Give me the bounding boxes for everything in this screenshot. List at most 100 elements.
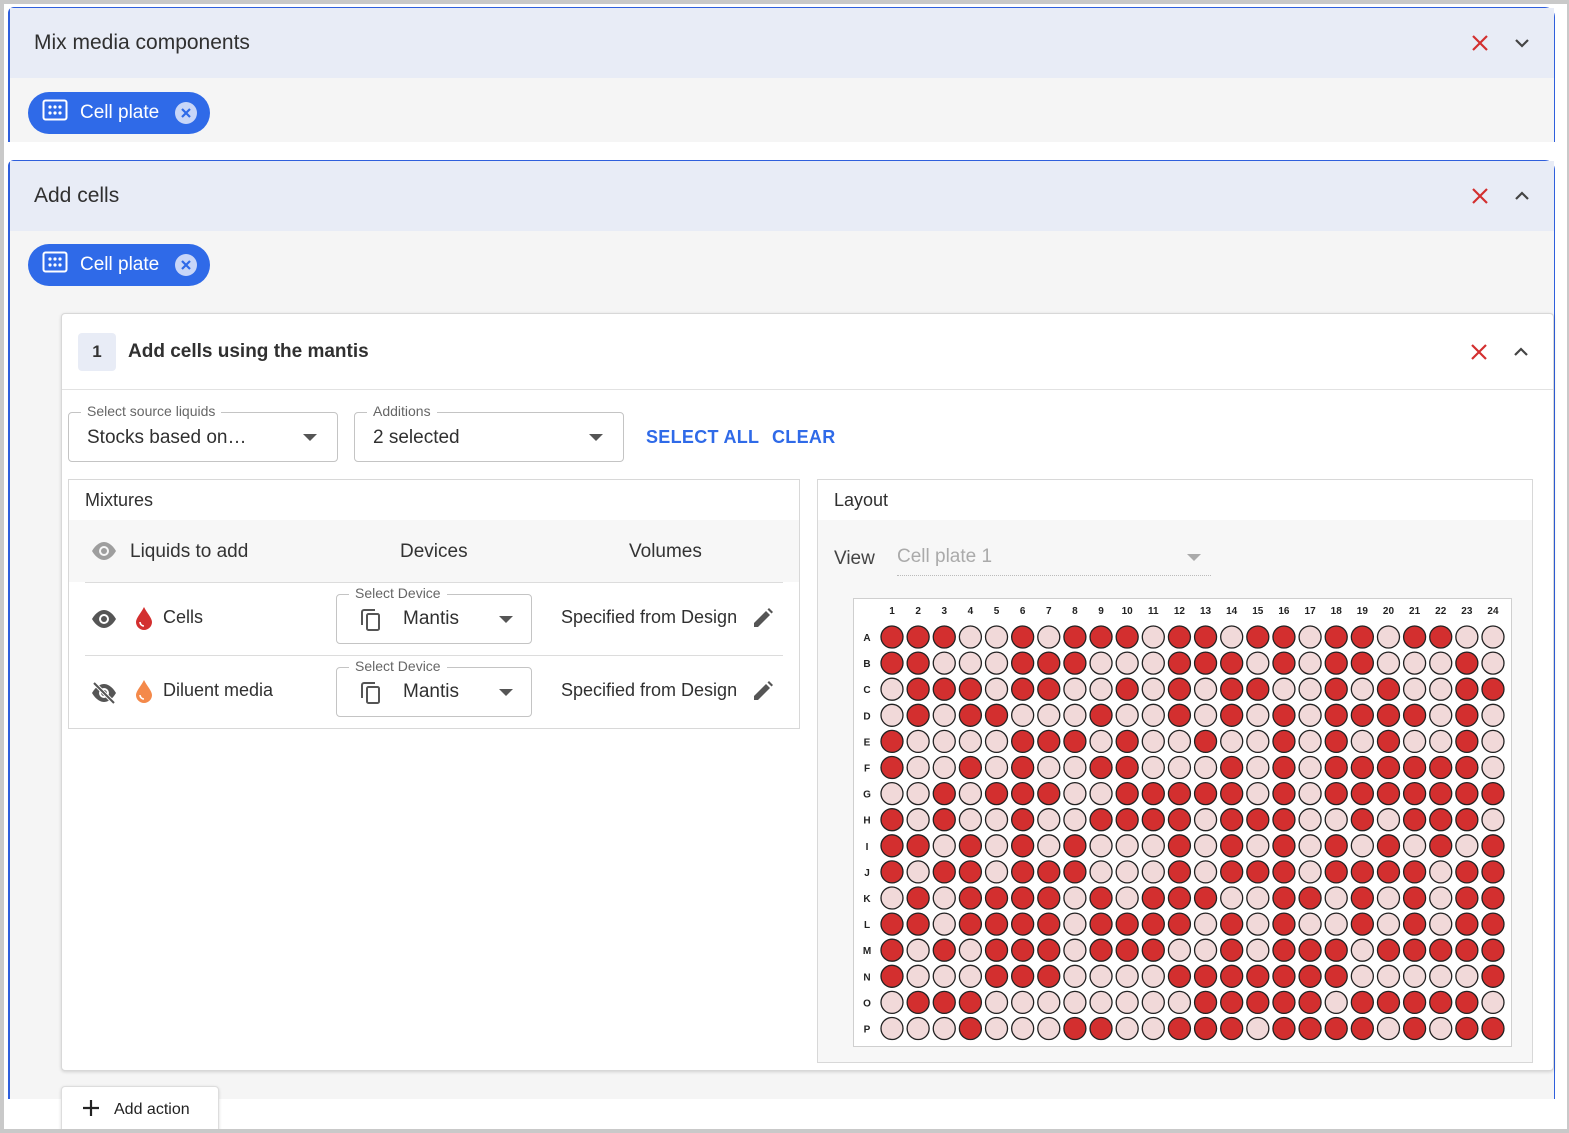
well-D21[interactable] — [1402, 703, 1427, 727]
well-D19[interactable] — [1350, 703, 1374, 727]
well-J4[interactable] — [958, 860, 983, 884]
well-K13[interactable] — [1193, 886, 1218, 910]
step-header[interactable]: Add cells — [10, 161, 1554, 231]
well-C20[interactable] — [1376, 677, 1401, 701]
well-M21[interactable] — [1402, 938, 1427, 962]
well-L23[interactable] — [1455, 912, 1479, 936]
well-I17[interactable] — [1298, 834, 1322, 858]
well-A15[interactable] — [1246, 625, 1270, 649]
well-C7[interactable] — [1037, 677, 1061, 701]
well-B19[interactable] — [1350, 651, 1374, 675]
well-A2[interactable] — [906, 625, 930, 649]
well-P5[interactable] — [984, 1016, 1009, 1041]
well-G8[interactable] — [1063, 781, 1087, 806]
well-L13[interactable] — [1193, 912, 1218, 936]
well-O14[interactable] — [1220, 990, 1244, 1015]
well-E18[interactable] — [1324, 729, 1348, 754]
well-L10[interactable] — [1115, 912, 1139, 936]
well-C24[interactable] — [1481, 677, 1505, 701]
well-N6[interactable] — [1010, 964, 1035, 988]
well-K6[interactable] — [1010, 886, 1035, 910]
well-J15[interactable] — [1246, 860, 1270, 884]
well-F4[interactable] — [958, 755, 983, 780]
well-L4[interactable] — [958, 912, 983, 936]
well-E7[interactable] — [1037, 729, 1061, 754]
well-C5[interactable] — [984, 677, 1009, 701]
cell-plate-chip[interactable]: Cell plate — [28, 244, 210, 286]
well-N11[interactable] — [1141, 964, 1165, 988]
well-B18[interactable] — [1324, 651, 1348, 675]
well-B12[interactable] — [1167, 651, 1192, 675]
well-P4[interactable] — [958, 1016, 983, 1041]
well-H10[interactable] — [1115, 808, 1139, 832]
well-G9[interactable] — [1089, 781, 1113, 806]
well-L20[interactable] — [1376, 912, 1401, 936]
well-M13[interactable] — [1193, 938, 1218, 962]
well-O3[interactable] — [932, 990, 956, 1015]
well-O21[interactable] — [1402, 990, 1427, 1015]
well-N8[interactable] — [1063, 964, 1087, 988]
well-E10[interactable] — [1115, 729, 1139, 754]
well-E6[interactable] — [1010, 729, 1035, 754]
well-H13[interactable] — [1193, 808, 1218, 832]
well-I5[interactable] — [984, 834, 1009, 858]
well-P15[interactable] — [1246, 1016, 1270, 1041]
well-E3[interactable] — [932, 729, 956, 754]
well-A13[interactable] — [1193, 625, 1218, 649]
well-M24[interactable] — [1481, 938, 1505, 962]
well-B8[interactable] — [1063, 651, 1087, 675]
well-B9[interactable] — [1089, 651, 1113, 675]
well-N18[interactable] — [1324, 964, 1348, 988]
well-A5[interactable] — [984, 625, 1009, 649]
well-P3[interactable] — [932, 1016, 956, 1041]
well-A23[interactable] — [1455, 625, 1479, 649]
well-O5[interactable] — [984, 990, 1009, 1015]
well-I9[interactable] — [1089, 834, 1113, 858]
well-D18[interactable] — [1324, 703, 1348, 727]
well-D4[interactable] — [958, 703, 983, 727]
well-D17[interactable] — [1298, 703, 1322, 727]
well-P21[interactable] — [1402, 1016, 1427, 1041]
well-H4[interactable] — [958, 808, 983, 832]
well-C18[interactable] — [1324, 677, 1348, 701]
well-E21[interactable] — [1402, 729, 1427, 754]
well-I18[interactable] — [1324, 834, 1348, 858]
well-L12[interactable] — [1167, 912, 1192, 936]
well-G6[interactable] — [1010, 781, 1035, 806]
clear-button[interactable]: CLEAR — [772, 427, 836, 448]
well-P1[interactable] — [880, 1016, 904, 1041]
well-E24[interactable] — [1481, 729, 1505, 754]
well-C10[interactable] — [1115, 677, 1139, 701]
well-N7[interactable] — [1037, 964, 1061, 988]
well-K9[interactable] — [1089, 886, 1113, 910]
well-G1[interactable] — [880, 781, 904, 806]
well-I16[interactable] — [1272, 834, 1296, 858]
well-B6[interactable] — [1010, 651, 1035, 675]
well-F10[interactable] — [1115, 755, 1139, 780]
well-F17[interactable] — [1298, 755, 1322, 780]
well-F13[interactable] — [1193, 755, 1218, 780]
well-G18[interactable] — [1324, 781, 1348, 806]
well-I11[interactable] — [1141, 834, 1165, 858]
well-D20[interactable] — [1376, 703, 1401, 727]
well-G16[interactable] — [1272, 781, 1296, 806]
well-P18[interactable] — [1324, 1016, 1348, 1041]
well-B10[interactable] — [1115, 651, 1139, 675]
well-D12[interactable] — [1167, 703, 1192, 727]
well-D22[interactable] — [1429, 703, 1453, 727]
well-H21[interactable] — [1402, 808, 1427, 832]
well-A11[interactable] — [1141, 625, 1165, 649]
well-N5[interactable] — [984, 964, 1009, 988]
well-D9[interactable] — [1089, 703, 1113, 727]
well-D3[interactable] — [932, 703, 956, 727]
well-L21[interactable] — [1402, 912, 1427, 936]
well-G14[interactable] — [1220, 781, 1244, 806]
well-P14[interactable] — [1220, 1016, 1244, 1041]
chevron-up-icon[interactable] — [1509, 340, 1533, 364]
well-H11[interactable] — [1141, 808, 1165, 832]
well-P12[interactable] — [1167, 1016, 1192, 1041]
well-I4[interactable] — [958, 834, 983, 858]
well-H17[interactable] — [1298, 808, 1322, 832]
well-C21[interactable] — [1402, 677, 1427, 701]
well-K2[interactable] — [906, 886, 930, 910]
